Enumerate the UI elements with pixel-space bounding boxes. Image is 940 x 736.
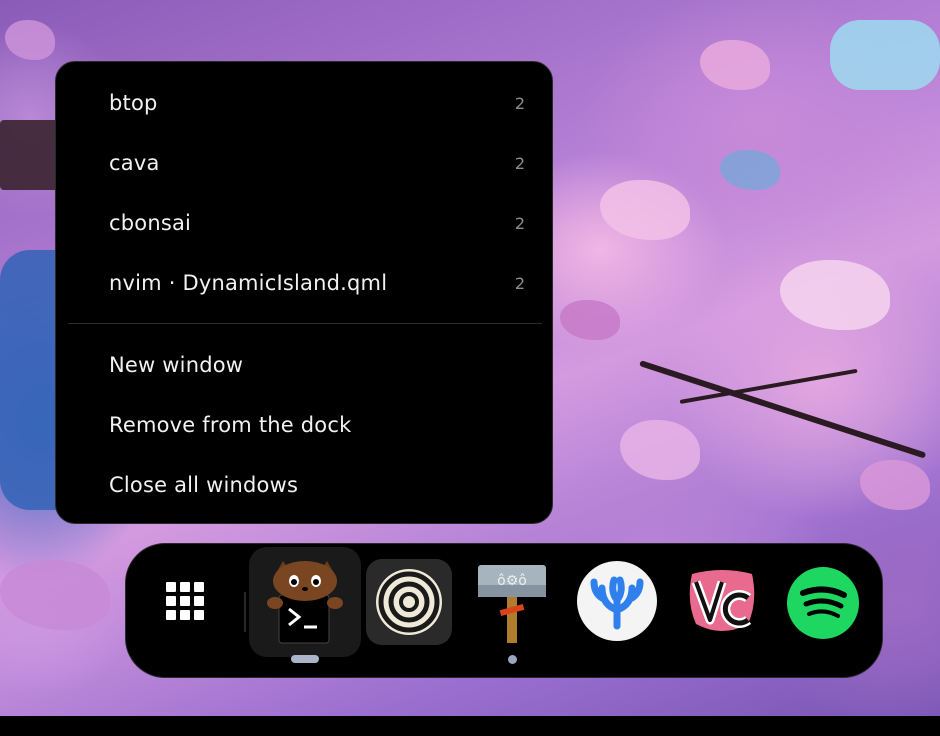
wallpaper-petal	[780, 260, 890, 330]
terminal-icon	[267, 561, 343, 644]
running-indicator	[508, 655, 517, 664]
menu-window-item-btop[interactable]: btop 2	[56, 79, 552, 127]
vesktop-icon	[689, 570, 755, 631]
hammer-app-button[interactable]: ô⚙ô	[474, 559, 550, 649]
target-rings-icon	[376, 569, 442, 635]
wallpaper-petal	[620, 420, 700, 480]
wallpaper-petal	[700, 40, 770, 90]
wallpaper-building-patch	[0, 120, 60, 190]
menu-item-label: Remove from the dock	[109, 413, 352, 437]
wallpaper-petal	[720, 150, 780, 190]
vesktop-app-button[interactable]	[682, 562, 762, 642]
menu-item-label: btop	[109, 91, 158, 115]
menu-window-item-cava[interactable]: cava 2	[56, 139, 552, 187]
dock-context-menu: btop 2 cava 2 cbonsai 2 nvim · DynamicIs…	[55, 61, 553, 524]
wallpaper-petal	[0, 560, 110, 630]
menu-item-label: New window	[109, 353, 244, 377]
menu-window-item-cbonsai[interactable]: cbonsai 2	[56, 199, 552, 247]
spotify-app-button[interactable]	[786, 566, 860, 640]
menu-separator	[68, 323, 542, 324]
menu-item-label: nvim · DynamicIsland.qml	[109, 271, 388, 295]
wallpaper-petal	[600, 180, 690, 240]
menu-item-count: 2	[514, 153, 525, 173]
close-all-windows-button[interactable]: Close all windows	[56, 461, 552, 509]
wallpaper-sky-patch	[830, 20, 940, 90]
dock-divider	[244, 592, 246, 632]
spotify-icon	[787, 567, 859, 639]
rings-app-button[interactable]	[366, 559, 452, 645]
new-window-button[interactable]: New window	[56, 341, 552, 389]
vscodium-icon	[577, 561, 657, 641]
menu-window-item-nvim[interactable]: nvim · DynamicIsland.qml 2	[56, 259, 552, 307]
menu-item-count: 2	[514, 213, 525, 233]
wallpaper-petal	[560, 300, 620, 340]
dock: ô⚙ô	[125, 543, 883, 678]
menu-item-count: 2	[514, 93, 525, 113]
app-grid-icon[interactable]	[166, 582, 204, 620]
menu-item-count: 2	[514, 273, 525, 293]
wallpaper-petal	[860, 460, 930, 510]
running-indicator-focused	[291, 655, 319, 663]
menu-item-label: Close all windows	[109, 473, 299, 497]
svg-text:ô⚙ô: ô⚙ô	[497, 573, 527, 589]
remove-from-dock-button[interactable]: Remove from the dock	[56, 401, 552, 449]
menu-item-label: cbonsai	[109, 211, 192, 235]
menu-item-label: cava	[109, 151, 160, 175]
wallpaper-petal	[5, 20, 55, 60]
hammer-icon: ô⚙ô	[478, 565, 546, 643]
vscodium-app-button[interactable]	[576, 560, 658, 642]
terminal-app-button[interactable]	[249, 547, 361, 657]
